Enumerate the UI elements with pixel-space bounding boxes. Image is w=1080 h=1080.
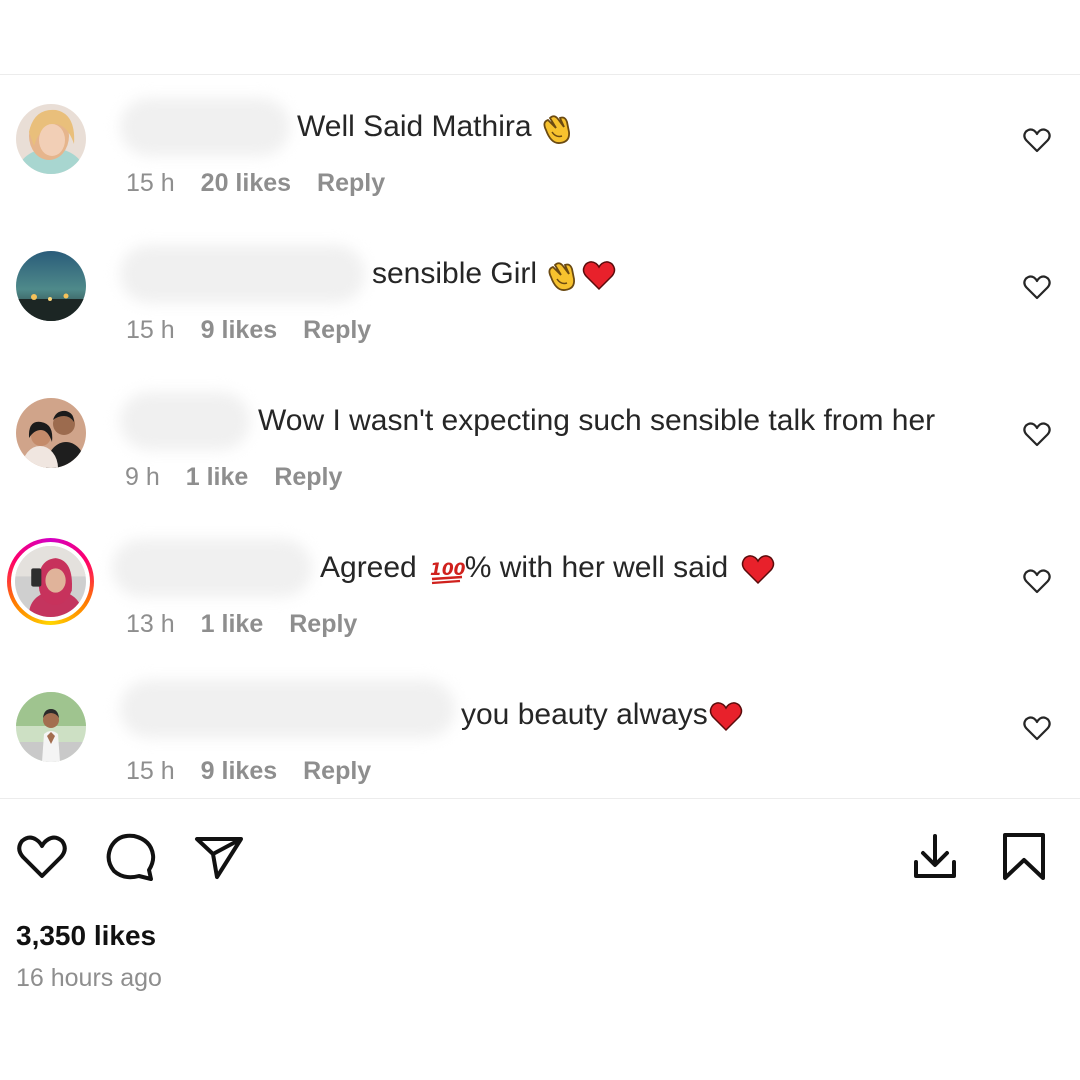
comment-text: Wow I wasn't expecting such sensible tal… <box>258 401 935 441</box>
comment-item: Agreed 100 % with her well said 13 h 1 li… <box>0 521 1080 668</box>
comment-meta: 15 h 9 likes Reply <box>126 314 397 346</box>
top-area <box>0 0 1080 75</box>
reply-button[interactable]: Reply <box>303 755 371 787</box>
comment-item: sensible Girl 15 h 9 likes Reply <box>0 227 1080 374</box>
send-icon[interactable] <box>192 830 246 884</box>
comment-body: sensible Girl <box>372 257 538 290</box>
comment-body: you beauty always <box>461 698 708 731</box>
username-redacted <box>120 245 365 303</box>
comment-meta: 13 h 1 like Reply <box>126 608 383 640</box>
actions-divider <box>0 798 1080 799</box>
comment-body: Well Said Mathira <box>297 110 532 143</box>
clapping-hands-icon <box>538 110 574 146</box>
reply-button[interactable]: Reply <box>303 314 371 346</box>
comment-like-heart-icon[interactable] <box>1022 272 1052 302</box>
comment-item: Wow I wasn't expecting such sensible tal… <box>0 374 1080 521</box>
comment-like-heart-icon[interactable] <box>1022 419 1052 449</box>
red-heart-icon <box>740 551 776 587</box>
comment-text: Agreed 100 % with her well said <box>320 548 776 588</box>
commenter-avatar[interactable] <box>16 692 86 762</box>
comment-text: you beauty always <box>461 695 744 735</box>
comment-meta: 15 h 20 likes Reply <box>126 167 411 199</box>
comment-time: 9 h <box>125 463 160 491</box>
comment-meta: 15 h 9 likes Reply <box>126 755 397 787</box>
comment-likes[interactable]: 20 likes <box>201 167 291 199</box>
comment-body: Agreed <box>320 551 417 584</box>
comment-likes[interactable]: 1 like <box>201 608 264 640</box>
reply-button[interactable]: Reply <box>274 461 342 493</box>
comment-likes[interactable]: 9 likes <box>201 314 277 346</box>
red-heart-icon <box>708 698 744 734</box>
bookmark-icon[interactable] <box>997 830 1051 884</box>
reply-button[interactable]: Reply <box>289 608 357 640</box>
commenter-avatar[interactable] <box>16 104 86 174</box>
post-timestamp: 16 hours ago <box>16 964 162 992</box>
comment-time: 15 h <box>126 316 175 344</box>
comment-likes[interactable]: 1 like <box>186 461 249 493</box>
clapping-hands-icon <box>543 257 579 293</box>
reply-button[interactable]: Reply <box>317 167 385 199</box>
username-redacted <box>120 98 290 156</box>
comment-body-continued: % with her well said <box>464 551 729 584</box>
comment-item: Well Said Mathira 15 h 20 likes Reply <box>0 80 1080 227</box>
comment-body: Wow I wasn't expecting such sensible tal… <box>258 404 936 437</box>
red-heart-icon <box>581 257 617 293</box>
comment-like-heart-icon[interactable] <box>1022 125 1052 155</box>
comment-like-heart-icon[interactable] <box>1022 713 1052 743</box>
username-redacted <box>112 539 312 597</box>
comment-icon[interactable] <box>104 830 158 884</box>
top-divider <box>0 74 1080 75</box>
post-likes-count[interactable]: 3,350 likes <box>16 920 156 952</box>
comment-like-heart-icon[interactable] <box>1022 566 1052 596</box>
story-ring-avatar[interactable] <box>7 538 94 625</box>
comment-text: Well Said Mathira <box>297 107 574 147</box>
comment-text: sensible Girl <box>372 254 617 294</box>
comment-time: 15 h <box>126 757 175 785</box>
comment-meta: 9 h 1 like Reply <box>125 461 368 493</box>
username-redacted <box>120 680 455 738</box>
username-redacted <box>120 392 250 450</box>
comment-time: 15 h <box>126 169 175 197</box>
commenter-avatar[interactable] <box>16 251 86 321</box>
download-icon[interactable] <box>908 830 962 884</box>
hundred-points-icon: 100 <box>429 551 465 587</box>
commenter-avatar[interactable] <box>16 398 86 468</box>
comment-time: 13 h <box>126 610 175 638</box>
comment-likes[interactable]: 9 likes <box>201 755 277 787</box>
commenter-avatar <box>15 546 86 617</box>
comment-item: you beauty always 15 h 9 likes Reply <box>0 668 1080 815</box>
like-heart-icon[interactable] <box>15 830 69 884</box>
